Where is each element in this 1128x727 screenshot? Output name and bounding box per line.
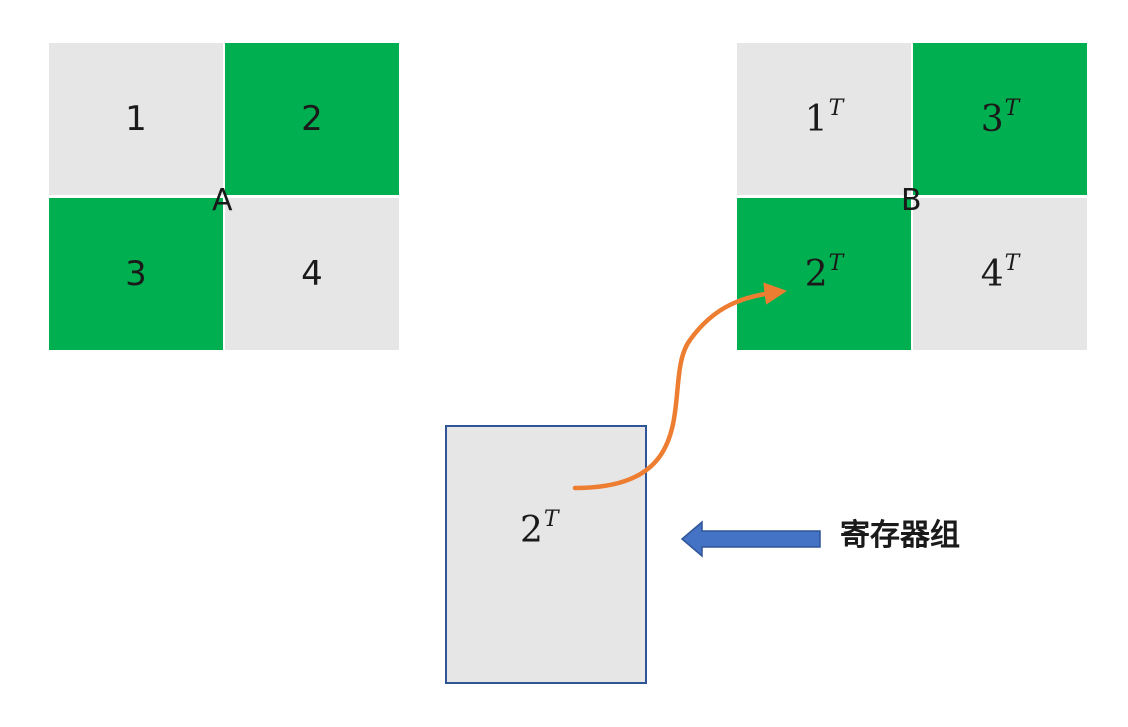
blue-left-arrow: [680, 520, 821, 558]
register-group-label: 寄存器组: [840, 518, 960, 553]
arrows-layer: [572, 282, 821, 558]
diagram-canvas: 1 2 3 4 A 1T 3T 2T 4T B 2T 寄存器组: [0, 0, 1128, 727]
orange-curved-arrow: [572, 282, 787, 491]
